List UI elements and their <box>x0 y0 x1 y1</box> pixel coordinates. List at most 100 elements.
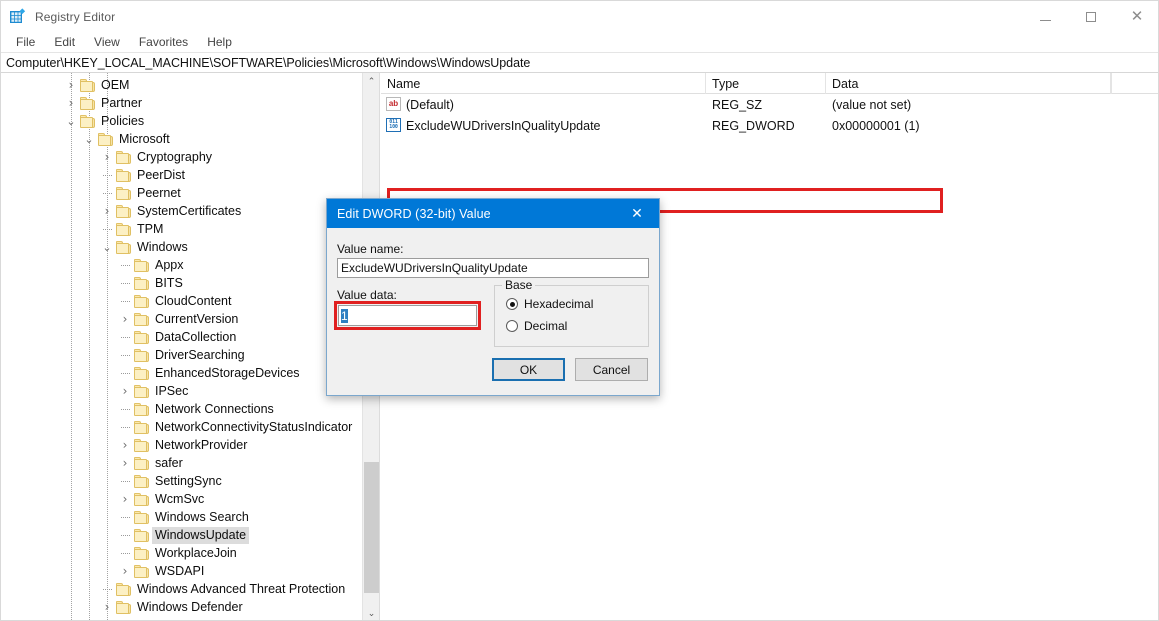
tree-item-network-connections[interactable]: Network Connections <box>1 400 363 418</box>
chevron-right-icon[interactable]: › <box>63 76 79 94</box>
value-data-input[interactable]: 1 <box>338 305 477 326</box>
value-name-input[interactable]: ExcludeWUDriversInQualityUpdate <box>337 258 649 278</box>
folder-icon <box>134 295 149 308</box>
close-button[interactable]: ✕ <box>1114 1 1159 32</box>
minimize-button[interactable] <box>1022 1 1068 32</box>
folder-icon <box>116 169 131 182</box>
column-header-data[interactable]: Data <box>826 73 1111 94</box>
tree-item-networkconnectivitystatusindicator[interactable]: NetworkConnectivityStatusIndicator <box>1 418 363 436</box>
menu-item-view[interactable]: View <box>85 33 129 52</box>
edit-dword-dialog: Edit DWORD (32-bit) Value ✕ Value name: … <box>326 198 660 396</box>
tree-item-oem[interactable]: ›OEM <box>1 76 363 94</box>
value-data-text: 1 <box>341 309 348 323</box>
tree-item-cloudcontent[interactable]: CloudContent <box>1 292 363 310</box>
folder-icon <box>134 331 149 344</box>
tree-item-microsoft[interactable]: ⌄Microsoft <box>1 130 363 148</box>
tree-connector <box>121 409 130 410</box>
scroll-down-button[interactable]: ⌄ <box>363 605 380 621</box>
chevron-right-icon[interactable]: › <box>117 454 133 472</box>
folder-icon <box>116 205 131 218</box>
tree-item-networkprovider[interactable]: ›NetworkProvider <box>1 436 363 454</box>
tree-item-partner[interactable]: ›Partner <box>1 94 363 112</box>
value-name-cell: (Default) <box>406 94 706 115</box>
column-header-type[interactable]: Type <box>706 73 826 94</box>
tree-item-ipsec[interactable]: ›IPSec <box>1 382 363 400</box>
tree-item-workplacejoin[interactable]: WorkplaceJoin <box>1 544 363 562</box>
chevron-right-icon[interactable]: › <box>99 148 115 166</box>
chevron-right-icon[interactable]: › <box>63 94 79 112</box>
tree-item-datacollection[interactable]: DataCollection <box>1 328 363 346</box>
tree-item-systemcertificates[interactable]: ›SystemCertificates <box>1 202 363 220</box>
table-row[interactable]: ab (Default) REG_SZ (value not set) <box>381 94 1159 115</box>
chevron-right-icon[interactable]: › <box>99 202 115 220</box>
tree-item-wsdapi[interactable]: ›WSDAPI <box>1 562 363 580</box>
chevron-down-icon[interactable]: ⌄ <box>63 112 79 130</box>
registry-tree-pane: ›OEM›Partner⌄Policies⌄Microsoft›Cryptogr… <box>1 73 380 621</box>
radio-decimal-icon <box>506 320 518 332</box>
maximize-icon <box>1086 12 1096 22</box>
tree-item-label: Windows Advanced Threat Protection <box>134 581 348 598</box>
tree-item-wcmsvc[interactable]: ›WcmSvc <box>1 490 363 508</box>
chevron-right-icon[interactable]: › <box>117 562 133 580</box>
tree-item-peernet[interactable]: Peernet <box>1 184 363 202</box>
tree-item-appx[interactable]: Appx <box>1 256 363 274</box>
chevron-down-icon[interactable]: ⌄ <box>99 238 115 256</box>
chevron-right-icon[interactable]: › <box>117 436 133 454</box>
tree-item-cryptography[interactable]: › Cryptography <box>1 148 363 166</box>
folder-icon <box>134 475 149 488</box>
tree-item-settingsync[interactable]: SettingSync <box>1 472 363 490</box>
folder-icon <box>134 277 149 290</box>
values-list: ab (Default) REG_SZ (value not set) 0111… <box>381 94 1159 136</box>
chevron-right-icon[interactable]: › <box>117 382 133 400</box>
tree-item-currentversion[interactable]: ›CurrentVersion <box>1 310 363 328</box>
radio-hexadecimal-label: Hexadecimal <box>524 297 593 311</box>
address-path: Computer\HKEY_LOCAL_MACHINE\SOFTWARE\Pol… <box>1 56 530 70</box>
tree-item-bits[interactable]: BITS <box>1 274 363 292</box>
radio-hexadecimal[interactable]: Hexadecimal <box>506 297 593 311</box>
chevron-right-icon[interactable]: › <box>117 310 133 328</box>
menu-item-file[interactable]: File <box>7 33 44 52</box>
column-header-name[interactable]: Name <box>381 73 706 94</box>
folder-icon <box>116 583 131 596</box>
dialog-close-button[interactable]: ✕ <box>615 199 659 228</box>
chevron-down-icon[interactable]: ⌄ <box>81 130 97 148</box>
window-controls: ✕ <box>1022 1 1159 32</box>
tree-item-windows-advanced-threat-protection[interactable]: Windows Advanced Threat Protection <box>1 580 363 598</box>
tree-item-windows-search[interactable]: Windows Search <box>1 508 363 526</box>
tree-item-windows[interactable]: ⌄Windows <box>1 238 363 256</box>
tree-item-peerdist[interactable]: PeerDist <box>1 166 363 184</box>
radio-decimal[interactable]: Decimal <box>506 319 567 333</box>
folder-icon <box>134 313 149 326</box>
tree-connector <box>121 337 130 338</box>
cancel-button[interactable]: Cancel <box>575 358 648 381</box>
address-bar[interactable]: Computer\HKEY_LOCAL_MACHINE\SOFTWARE\Pol… <box>1 53 1159 73</box>
maximize-button[interactable] <box>1068 1 1114 32</box>
tree-connector <box>103 589 112 590</box>
chevron-right-icon[interactable]: › <box>99 598 115 616</box>
tree-item-label: Cryptography <box>134 149 215 166</box>
folder-icon <box>116 187 131 200</box>
tree-item-driversearching[interactable]: DriverSearching <box>1 346 363 364</box>
ok-button[interactable]: OK <box>492 358 565 381</box>
tree-item-policies[interactable]: ⌄Policies <box>1 112 363 130</box>
reg-dword-icon: 011100 <box>386 118 401 132</box>
tree-item-label: safer <box>152 455 186 472</box>
scroll-thumb[interactable] <box>364 462 379 593</box>
menu-item-help[interactable]: Help <box>198 33 241 52</box>
tree-item-windowsupdate[interactable]: WindowsUpdate <box>1 526 363 544</box>
value-type-cell: REG_DWORD <box>712 115 826 136</box>
tree-item-label: Windows Defender <box>134 599 246 616</box>
tree-item-safer[interactable]: › safer <box>1 454 363 472</box>
column-divider <box>1111 73 1112 94</box>
registry-tree[interactable]: ›OEM›Partner⌄Policies⌄Microsoft›Cryptogr… <box>1 73 363 621</box>
scroll-up-button[interactable]: ⌃ <box>363 73 380 90</box>
tree-item-tpm[interactable]: TPM <box>1 220 363 238</box>
tree-item-enhancedstoragedevices[interactable]: EnhancedStorageDevices <box>1 364 363 382</box>
radio-hexadecimal-icon <box>506 298 518 310</box>
table-row[interactable]: 011100 ExcludeWUDriversInQualityUpdate R… <box>381 115 1159 136</box>
tree-item-label: Peernet <box>134 185 184 202</box>
menu-item-edit[interactable]: Edit <box>45 33 84 52</box>
chevron-right-icon[interactable]: › <box>117 490 133 508</box>
tree-item-windows-defender[interactable]: › Windows Defender <box>1 598 363 616</box>
menu-item-favorites[interactable]: Favorites <box>130 33 197 52</box>
